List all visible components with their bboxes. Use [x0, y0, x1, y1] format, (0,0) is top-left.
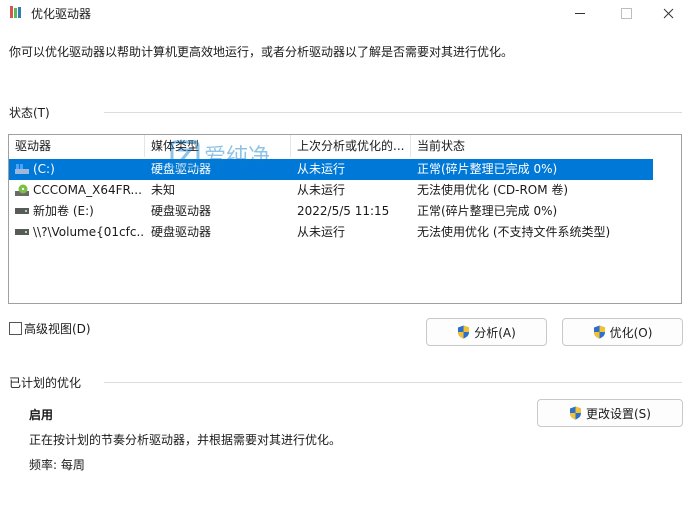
drive-last-run: 2022/5/5 11:15 — [297, 204, 390, 218]
hard-drive-icon — [15, 229, 29, 235]
analyze-button-label: 分析(A) — [474, 325, 516, 340]
drive-list-header: 驱动器 媒体类型 上次分析或优化的... 当前状态 — [9, 135, 681, 157]
drive-name: CCCOMA_X64FR... — [33, 183, 142, 197]
minimize-icon — [575, 12, 585, 14]
status-group-divider — [104, 112, 682, 113]
minimize-button[interactable] — [558, 0, 602, 26]
scheduled-group-label: 已计划的优化 — [9, 376, 82, 390]
drive-row[interactable]: \\?\Volume{01cfc... 硬盘驱动器 从未运行 无法使用优化 (不… — [9, 222, 681, 243]
drive-media-type: 硬盘驱动器 — [151, 225, 212, 239]
drive-row[interactable]: CCCOMA_X64FR... 未知 从未运行 无法使用优化 (CD-ROM 卷… — [9, 180, 681, 201]
drive-status: 无法使用优化 (CD-ROM 卷) — [417, 183, 569, 197]
drive-media-type: 硬盘驱动器 — [151, 204, 212, 218]
change-settings-button[interactable]: 更改设置(S) — [537, 399, 683, 427]
maximize-button[interactable] — [604, 0, 648, 26]
uac-shield-icon — [458, 325, 470, 339]
schedule-frequency: 频率: 每周 — [29, 458, 85, 472]
drive-last-run: 从未运行 — [297, 183, 346, 197]
maximize-icon — [620, 7, 632, 19]
defrag-app-icon — [10, 6, 21, 18]
column-header-last-run[interactable]: 上次分析或优化的... — [291, 135, 411, 157]
close-icon — [663, 8, 673, 18]
drive-last-run: 从未运行 — [297, 162, 346, 176]
advanced-view-checkbox[interactable] — [9, 322, 22, 335]
drive-status: 正常(碎片整理已完成 0%) — [417, 204, 558, 218]
optimize-button[interactable]: 优化(O) — [562, 318, 683, 346]
status-group-label: 状态(T) — [9, 106, 50, 120]
uac-shield-icon — [570, 406, 581, 420]
title-bar: 优化驱动器 — [0, 0, 688, 26]
drive-name: (C:) — [33, 162, 55, 176]
drive-row[interactable]: 新加卷 (E:) 硬盘驱动器 2022/5/5 11:15 正常(碎片整理已完成… — [9, 201, 681, 222]
advanced-view-label[interactable]: 高级视图(D) — [24, 320, 91, 337]
optimize-button-label: 优化(O) — [609, 325, 653, 340]
schedule-description: 正在按计划的节奏分析驱动器，并根据需要对其进行优化。 — [29, 433, 342, 447]
close-button[interactable] — [646, 0, 688, 26]
schedule-state: 启用 — [29, 408, 54, 422]
drive-row[interactable]: (C:) 硬盘驱动器 从未运行 正常(碎片整理已完成 0%) — [9, 159, 653, 180]
drive-status: 正常(碎片整理已完成 0%) — [417, 162, 558, 176]
drive-media-type: 未知 — [151, 183, 176, 197]
column-header-media-type[interactable]: 媒体类型 — [145, 135, 291, 157]
cd-drive-icon — [15, 184, 29, 196]
drive-last-run: 从未运行 — [297, 225, 346, 239]
uac-shield-icon — [593, 325, 605, 339]
analyze-button[interactable]: 分析(A) — [426, 318, 547, 346]
drive-status: 无法使用优化 (不支持文件系统类型) — [417, 225, 611, 239]
column-header-drive[interactable]: 驱动器 — [9, 135, 145, 157]
drive-name: 新加卷 (E:) — [33, 204, 94, 218]
column-header-status[interactable]: 当前状态 — [411, 135, 651, 157]
description-text: 你可以优化驱动器以帮助计算机更高效地运行，或者分析驱动器以了解是否需要对其进行优… — [9, 45, 514, 59]
scheduled-group-divider — [104, 382, 682, 383]
window-title: 优化驱动器 — [31, 7, 92, 21]
drive-name: \\?\Volume{01cfc... — [33, 225, 143, 239]
hard-drive-icon — [15, 208, 29, 214]
windows-drive-icon — [15, 164, 29, 174]
drive-list[interactable]: 驱动器 媒体类型 上次分析或优化的... 当前状态 (C:) 硬盘驱动器 从未运… — [8, 134, 682, 304]
change-settings-button-label: 更改设置(S) — [586, 406, 651, 421]
drive-media-type: 硬盘驱动器 — [151, 162, 212, 176]
